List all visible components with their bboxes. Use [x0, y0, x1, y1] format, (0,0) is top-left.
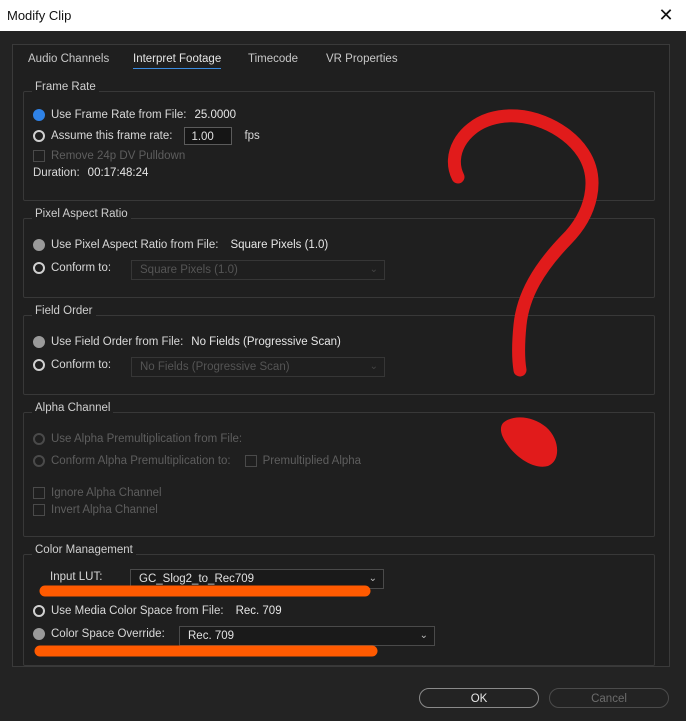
color-space-override-dropdown[interactable]: Rec. 709 ⌄ — [179, 626, 435, 646]
use-media-color-space-label: Use Media Color Space from File: — [51, 605, 224, 617]
radio-unselected-icon[interactable] — [33, 359, 45, 371]
chevron-down-icon: ⌄ — [369, 361, 378, 372]
color-space-override-value: Rec. 709 — [188, 630, 235, 642]
radio-selected-icon[interactable] — [33, 628, 45, 640]
chevron-down-icon: ⌄ — [368, 573, 377, 584]
duration-label: Duration: — [33, 167, 80, 179]
pixel-aspect-title: Pixel Aspect Ratio — [32, 208, 131, 220]
close-icon[interactable]: ✕ — [654, 3, 678, 27]
radio-selected-icon[interactable] — [33, 239, 45, 251]
window-title: Modify Clip — [7, 8, 72, 23]
tab-interpret-footage[interactable]: Interpret Footage — [133, 53, 221, 65]
chevron-down-icon: ⌄ — [419, 630, 428, 641]
color-space-override-option[interactable]: Color Space Override: — [33, 628, 165, 640]
checkbox-icon — [33, 504, 45, 516]
pixel-aspect-dropdown: Square Pixels (1.0) ⌄ — [131, 260, 385, 280]
conform-field-order-label: Conform to: — [51, 359, 112, 371]
conform-alpha-premult-label: Conform Alpha Premultiplication to: — [51, 455, 231, 467]
conform-pixel-aspect-option[interactable]: Conform to: — [33, 262, 111, 274]
cancel-button: Cancel — [549, 688, 669, 708]
alpha-channel-title: Alpha Channel — [32, 402, 114, 414]
use-frame-rate-label: Use Frame Rate from File: — [51, 109, 187, 121]
file-field-order-value: No Fields (Progressive Scan) — [191, 336, 341, 348]
remove-pulldown-option: Remove 24p DV Pulldown — [33, 150, 185, 162]
invert-alpha-label: Invert Alpha Channel — [51, 504, 158, 516]
use-alpha-premult-label: Use Alpha Premultiplication from File: — [51, 433, 243, 445]
pixel-aspect-dropdown-value: Square Pixels (1.0) — [140, 264, 238, 276]
radio-disabled-icon — [33, 455, 45, 467]
input-lut-row: Input LUT: — [50, 571, 102, 583]
field-order-title: Field Order — [32, 305, 96, 317]
radio-disabled-icon — [33, 433, 45, 445]
checkbox-icon — [33, 150, 45, 162]
color-space-override-label: Color Space Override: — [51, 628, 165, 640]
radio-unselected-icon[interactable] — [33, 130, 45, 142]
ignore-alpha-label: Ignore Alpha Channel — [51, 487, 162, 499]
media-color-space-value: Rec. 709 — [235, 605, 282, 617]
tab-vr-properties[interactable]: VR Properties — [326, 53, 398, 65]
use-pixel-aspect-label: Use Pixel Aspect Ratio from File: — [51, 239, 219, 251]
pixel-aspect-group: Pixel Aspect Ratio Use Pixel Aspect Rati… — [23, 208, 655, 298]
premultiplied-alpha-label: Premultiplied Alpha — [262, 455, 362, 467]
dialog-body: Audio Channels Interpret Footage Timecod… — [0, 31, 686, 721]
active-tab-indicator — [133, 68, 221, 69]
radio-selected-icon[interactable] — [33, 109, 45, 121]
duration-value: 00:17:48:24 — [87, 167, 149, 179]
chevron-down-icon: ⌄ — [369, 264, 378, 275]
use-media-color-space-option[interactable]: Use Media Color Space from File: Rec. 70… — [33, 605, 282, 617]
field-order-group: Field Order Use Field Order from File: N… — [23, 305, 655, 395]
remove-pulldown-label: Remove 24p DV Pulldown — [51, 150, 186, 162]
tab-audio-channels[interactable]: Audio Channels — [28, 53, 109, 65]
checkbox-icon — [33, 487, 45, 499]
use-frame-rate-from-file-option[interactable]: Use Frame Rate from File: 25.0000 — [33, 109, 236, 121]
invert-alpha-option: Invert Alpha Channel — [33, 504, 158, 516]
input-lut-label: Input LUT: — [50, 571, 103, 583]
field-order-dropdown: No Fields (Progressive Scan) ⌄ — [131, 357, 385, 377]
frame-rate-group: Frame Rate Use Frame Rate from File: 25.… — [23, 81, 655, 201]
alpha-channel-group: Alpha Channel Use Alpha Premultiplicatio… — [23, 402, 655, 537]
radio-unselected-icon[interactable] — [33, 605, 45, 617]
input-lut-value: GC_Slog2_to_Rec709 — [139, 573, 255, 585]
checkbox-icon — [244, 455, 257, 467]
color-management-group: Color Management Input LUT: GC_Slog2_to_… — [23, 544, 655, 666]
ignore-alpha-option: Ignore Alpha Channel — [33, 487, 162, 499]
field-order-dropdown-value: No Fields (Progressive Scan) — [140, 361, 290, 373]
fps-label: fps — [244, 130, 260, 142]
use-alpha-premult-option: Use Alpha Premultiplication from File: — [33, 433, 242, 445]
conform-alpha-premult-option: Conform Alpha Premultiplication to: Prem… — [33, 455, 361, 467]
title-bar: Modify Clip ✕ — [0, 0, 686, 31]
conform-pixel-aspect-label: Conform to: — [51, 262, 112, 274]
tab-timecode[interactable]: Timecode — [248, 53, 298, 65]
frame-rate-input[interactable]: 1.00 — [184, 127, 233, 145]
input-lut-dropdown[interactable]: GC_Slog2_to_Rec709 ⌄ — [130, 569, 384, 589]
radio-selected-icon[interactable] — [33, 336, 45, 348]
color-management-title: Color Management — [32, 544, 136, 556]
use-field-order-from-file-option[interactable]: Use Field Order from File: No Fields (Pr… — [33, 336, 341, 348]
tab-panel: Audio Channels Interpret Footage Timecod… — [12, 44, 670, 667]
ok-button[interactable]: OK — [419, 688, 539, 708]
file-pixel-aspect-value: Square Pixels (1.0) — [230, 239, 329, 251]
assume-frame-rate-option[interactable]: Assume this frame rate: 1.00 fps — [33, 127, 260, 145]
conform-field-order-option[interactable]: Conform to: — [33, 359, 111, 371]
assume-frame-rate-label: Assume this frame rate: — [51, 130, 173, 142]
frame-rate-title: Frame Rate — [32, 81, 99, 93]
duration-row: Duration: 00:17:48:24 — [33, 167, 148, 179]
radio-unselected-icon[interactable] — [33, 262, 45, 274]
file-frame-rate-value: 25.0000 — [194, 109, 237, 121]
tab-bar: Audio Channels Interpret Footage Timecod… — [13, 45, 669, 75]
use-field-order-label: Use Field Order from File: — [51, 336, 184, 348]
use-pixel-aspect-from-file-option[interactable]: Use Pixel Aspect Ratio from File: Square… — [33, 239, 328, 251]
